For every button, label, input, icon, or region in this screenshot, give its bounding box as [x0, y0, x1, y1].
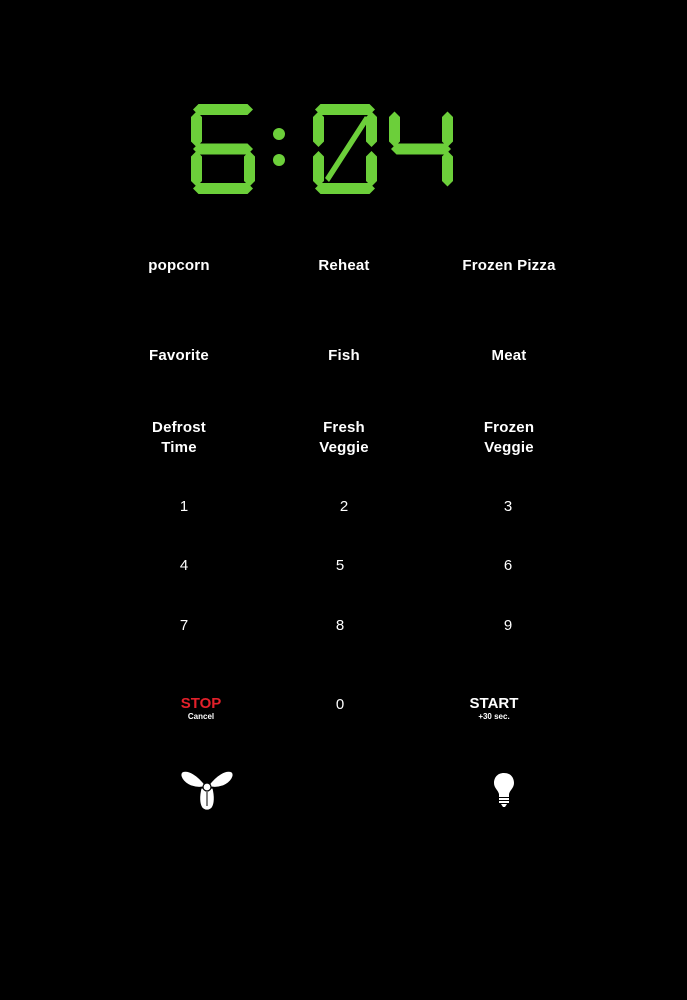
key-2[interactable]: 2: [324, 497, 364, 517]
meat-button[interactable]: Meat: [469, 346, 549, 366]
frozen-pizza-button[interactable]: Frozen Pizza: [449, 256, 569, 276]
frozen-veggie-button[interactable]: Frozen Veggie: [467, 418, 551, 458]
segment-g: [391, 143, 451, 155]
segment-a: [315, 104, 375, 115]
reheat-button[interactable]: Reheat: [304, 256, 384, 276]
segment-b: [442, 111, 453, 147]
fish-button[interactable]: Fish: [304, 346, 384, 366]
fresh-veggie-line2: Veggie: [319, 439, 369, 456]
fan-button[interactable]: [178, 766, 236, 812]
key-4[interactable]: 4: [164, 556, 204, 576]
fan-icon: [180, 770, 234, 811]
segment-c: [442, 151, 453, 187]
popcorn-button[interactable]: popcorn: [139, 256, 219, 276]
key-3[interactable]: 3: [488, 497, 528, 517]
segment-f: [313, 111, 324, 147]
key-7[interactable]: 7: [164, 616, 204, 636]
colon-dot-2: [273, 154, 285, 166]
start-label: START: [469, 695, 519, 712]
cancel-label: Cancel: [187, 712, 215, 721]
frozen-veggie-line2: Veggie: [484, 439, 534, 456]
stop-label: STOP: [180, 695, 222, 712]
segment-d: [315, 183, 375, 194]
segment-c: [244, 151, 255, 187]
segment-f: [389, 111, 400, 147]
segment-c: [366, 151, 377, 187]
fresh-veggie-button[interactable]: Fresh Veggie: [302, 418, 386, 458]
start-button[interactable]: START +30 sec.: [458, 696, 530, 722]
key-8[interactable]: 8: [320, 616, 360, 636]
display-digit-2: [313, 104, 377, 194]
segment-slash: [325, 116, 369, 182]
colon-dot-1: [273, 128, 285, 140]
stop-button[interactable]: STOP Cancel: [166, 696, 236, 722]
fresh-veggie-line1: Fresh: [323, 419, 365, 436]
key-0[interactable]: 0: [320, 695, 360, 715]
defrost-time-line1: Defrost: [152, 419, 206, 436]
key-1[interactable]: 1: [164, 497, 204, 517]
seven-segment-digits: [191, 104, 453, 194]
display-digit-1: [191, 104, 255, 194]
light-button[interactable]: [492, 772, 516, 808]
defrost-time-button[interactable]: Defrost Time: [139, 418, 219, 458]
segment-b: [366, 111, 377, 147]
segment-g: [193, 143, 253, 155]
key-6[interactable]: 6: [488, 556, 528, 576]
segment-a: [193, 104, 253, 115]
key-9[interactable]: 9: [488, 616, 528, 636]
defrost-time-line2: Time: [161, 439, 197, 456]
key-5[interactable]: 5: [320, 556, 360, 576]
plus-30-sec-label: +30 sec.: [478, 712, 510, 721]
segment-f: [191, 111, 202, 147]
segment-e: [191, 151, 202, 187]
time-display: 6:04: [185, 98, 505, 200]
frozen-veggie-line1: Frozen: [483, 419, 535, 436]
light-bulb-icon: [494, 773, 514, 807]
favorite-button[interactable]: Favorite: [139, 346, 219, 366]
segment-d: [193, 183, 253, 194]
segment-e: [313, 151, 324, 187]
display-digit-3: [389, 111, 453, 187]
